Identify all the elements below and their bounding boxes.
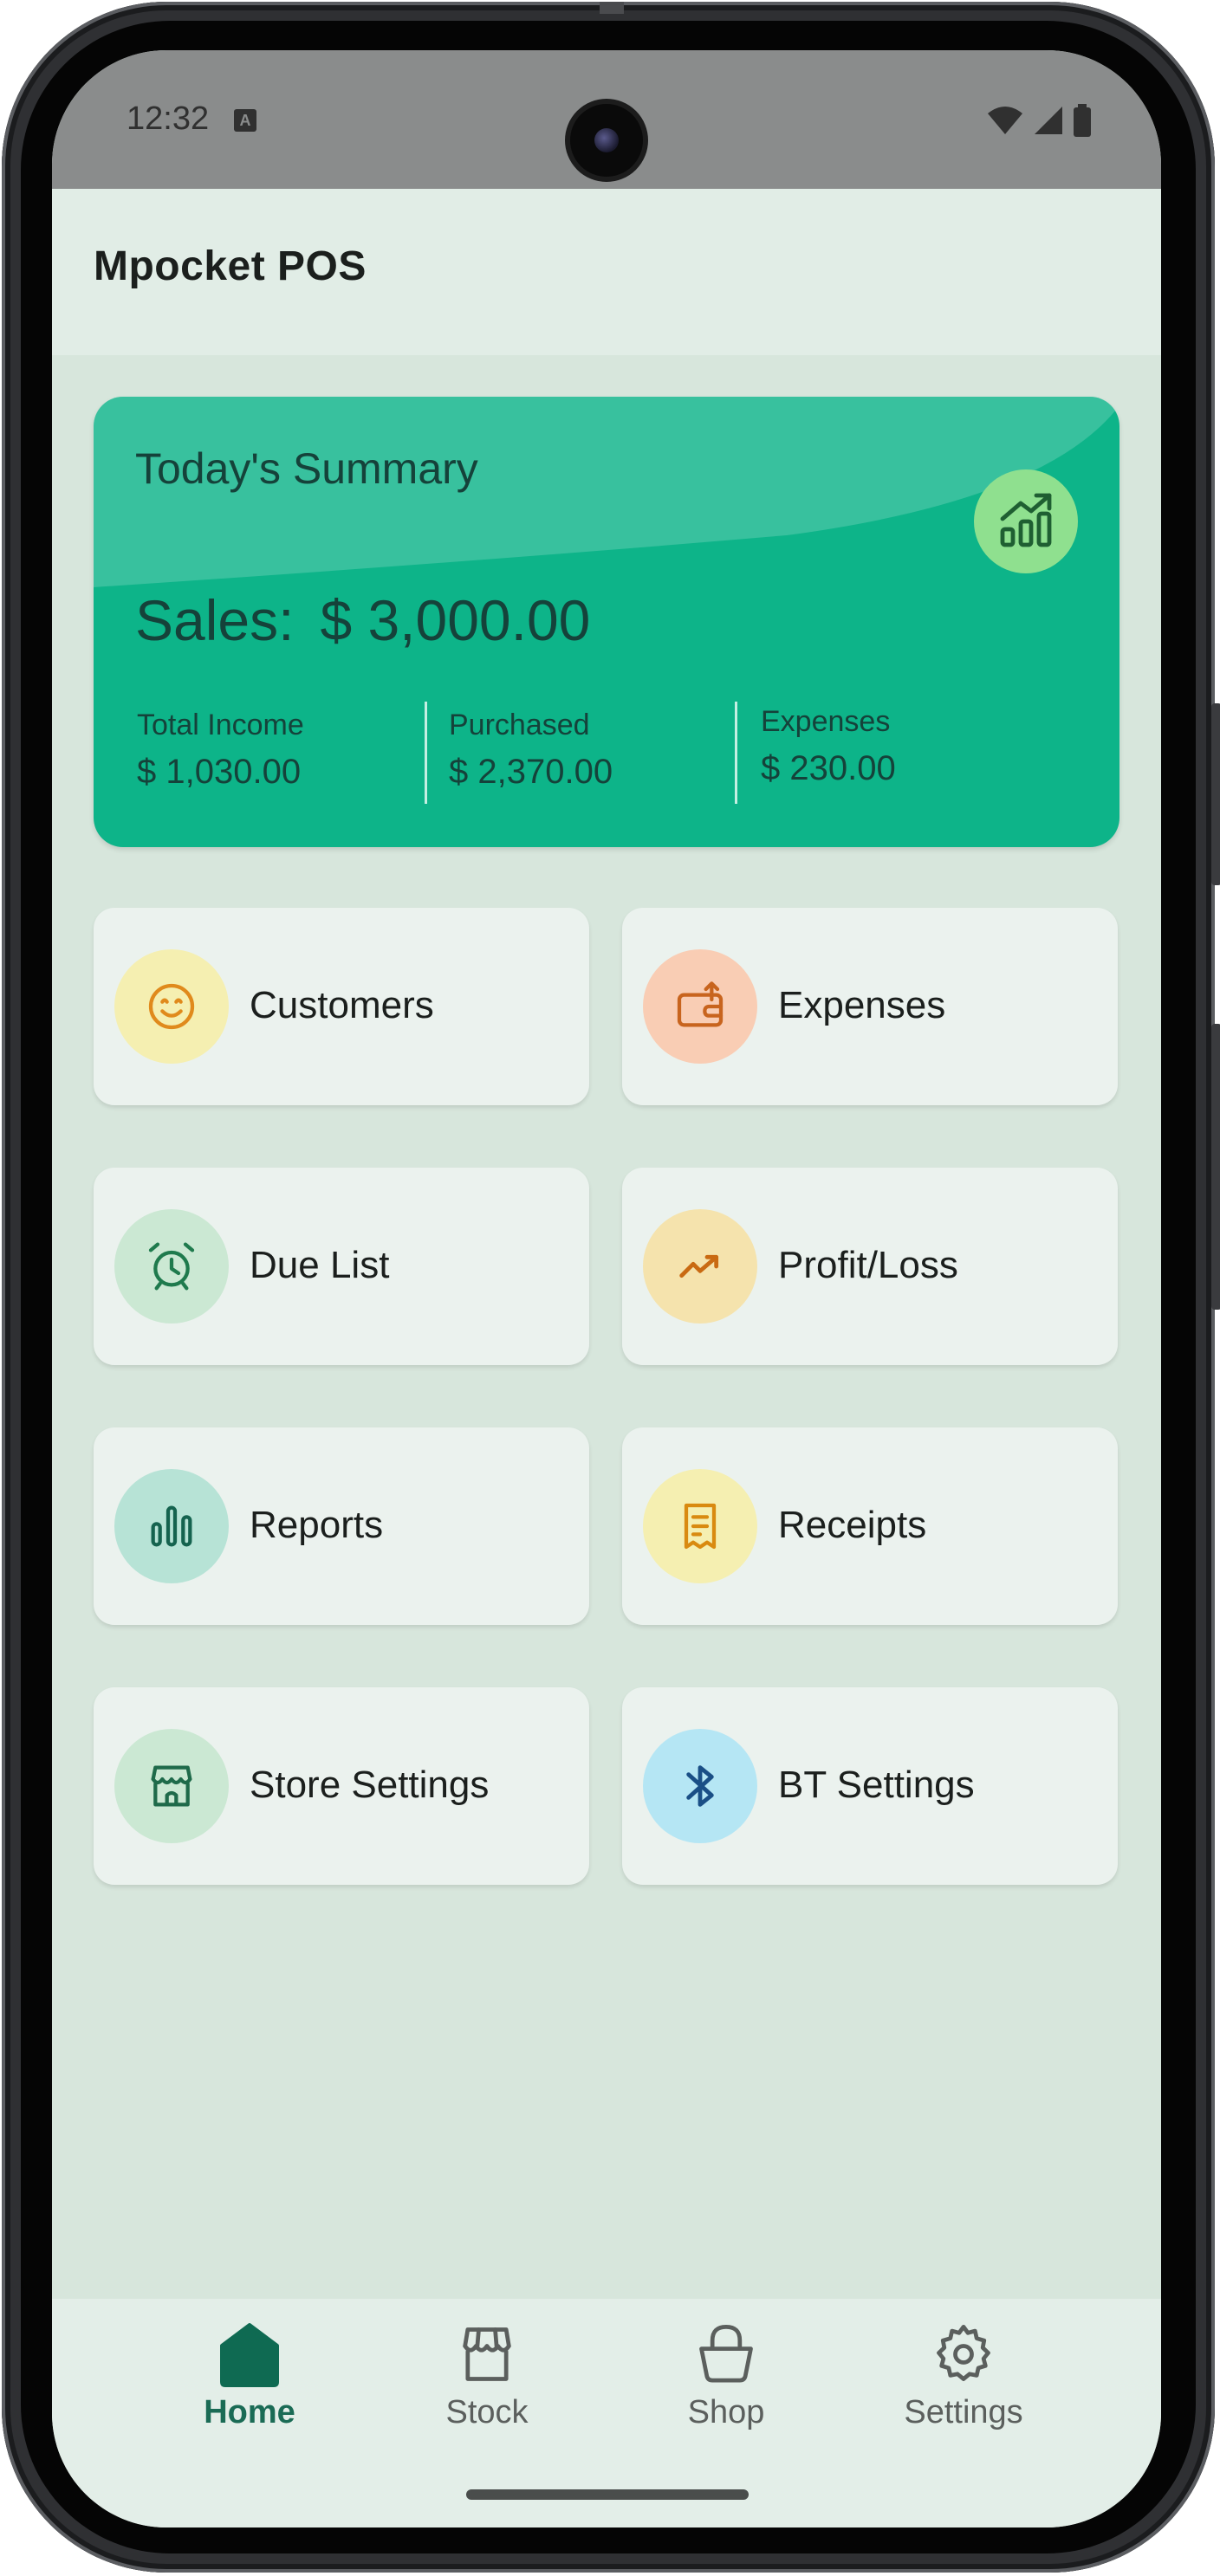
battery-icon xyxy=(1074,104,1091,137)
tile-label: Reports xyxy=(250,1504,384,1546)
stat-divider xyxy=(735,702,737,804)
sales-value: $ 3,000.00 xyxy=(320,588,591,652)
tile-receipts[interactable]: Receipts xyxy=(622,1427,1118,1625)
nav-home[interactable]: Home xyxy=(163,2320,336,2431)
stat-label: Total Income xyxy=(137,709,304,741)
frame-notch xyxy=(600,2,624,14)
stat-expenses: Expenses $ 230.00 xyxy=(761,705,896,788)
tile-label: BT Settings xyxy=(778,1764,975,1806)
home-indicator[interactable] xyxy=(466,2489,749,2500)
tile-reports[interactable]: Reports xyxy=(94,1427,589,1625)
power-button xyxy=(1211,703,1220,885)
stat-value: $ 230.00 xyxy=(761,749,896,787)
screen: 12:32 A Mpocket POS Today's Summary Sale… xyxy=(52,50,1161,2527)
smile-icon xyxy=(114,949,229,1064)
sales-label: Sales: xyxy=(135,588,295,652)
tile-profit-loss[interactable]: Profit/Loss xyxy=(622,1168,1118,1365)
stock-store-icon xyxy=(435,2320,539,2389)
a-icon: A xyxy=(234,109,256,132)
tile-due-list[interactable]: Due List xyxy=(94,1168,589,1365)
wifi-icon xyxy=(988,107,1022,134)
tile-expenses[interactable]: Expenses xyxy=(622,908,1118,1105)
nav-stock[interactable]: Stock xyxy=(400,2320,574,2431)
status-time: 12:32 xyxy=(127,100,210,137)
volume-button xyxy=(1211,1024,1220,1310)
stat-label: Expenses xyxy=(761,705,891,738)
stat-value: $ 2,370.00 xyxy=(449,753,613,791)
gear-icon xyxy=(912,2320,1016,2389)
bluetooth-icon xyxy=(643,1729,757,1843)
todays-summary-card[interactable]: Today's Summary Sales: $ 3,000.00 Total I… xyxy=(94,397,1119,847)
tile-label: Profit/Loss xyxy=(778,1244,958,1286)
tile-label: Expenses xyxy=(778,984,946,1026)
nav-settings[interactable]: Settings xyxy=(877,2320,1050,2431)
tile-store-settings[interactable]: Store Settings xyxy=(94,1687,589,1885)
chart-trend-icon[interactable] xyxy=(974,469,1078,573)
stat-purchased: Purchased $ 2,370.00 xyxy=(449,709,613,792)
summary-title: Today's Summary xyxy=(135,444,478,493)
trend-up-icon xyxy=(643,1209,757,1324)
stat-value: $ 1,030.00 xyxy=(137,753,302,791)
nav-label: Settings xyxy=(904,2394,1023,2430)
bar-chart-icon xyxy=(114,1469,229,1583)
cell-signal-icon xyxy=(1035,107,1062,134)
home-icon xyxy=(198,2320,302,2389)
nav-label: Stock xyxy=(445,2394,529,2430)
stat-label: Purchased xyxy=(449,709,590,741)
tile-label: Customers xyxy=(250,984,434,1026)
front-camera xyxy=(565,99,648,182)
sales-row: Sales: $ 3,000.00 xyxy=(135,587,590,653)
tile-bt-settings[interactable]: BT Settings xyxy=(622,1687,1118,1885)
nav-label: Home xyxy=(204,2394,295,2430)
tile-label: Due List xyxy=(250,1244,390,1286)
shopping-basket-icon xyxy=(674,2320,778,2389)
app-bar: Mpocket POS xyxy=(52,189,1161,355)
alarm-clock-icon xyxy=(114,1209,229,1324)
store-icon xyxy=(114,1729,229,1843)
status-bar: 12:32 A xyxy=(52,50,1161,189)
nav-shop[interactable]: Shop xyxy=(639,2320,813,2431)
receipt-icon xyxy=(643,1469,757,1583)
nav-label: Shop xyxy=(687,2394,765,2430)
tile-label: Store Settings xyxy=(250,1764,490,1806)
tile-customers[interactable]: Customers xyxy=(94,908,589,1105)
stat-divider xyxy=(425,702,427,804)
app-title: Mpocket POS xyxy=(94,243,367,289)
wallet-out-icon xyxy=(643,949,757,1064)
tile-label: Receipts xyxy=(778,1504,927,1546)
stat-total-income: Total Income $ 1,030.00 xyxy=(137,709,304,792)
status-icons xyxy=(986,104,1092,137)
